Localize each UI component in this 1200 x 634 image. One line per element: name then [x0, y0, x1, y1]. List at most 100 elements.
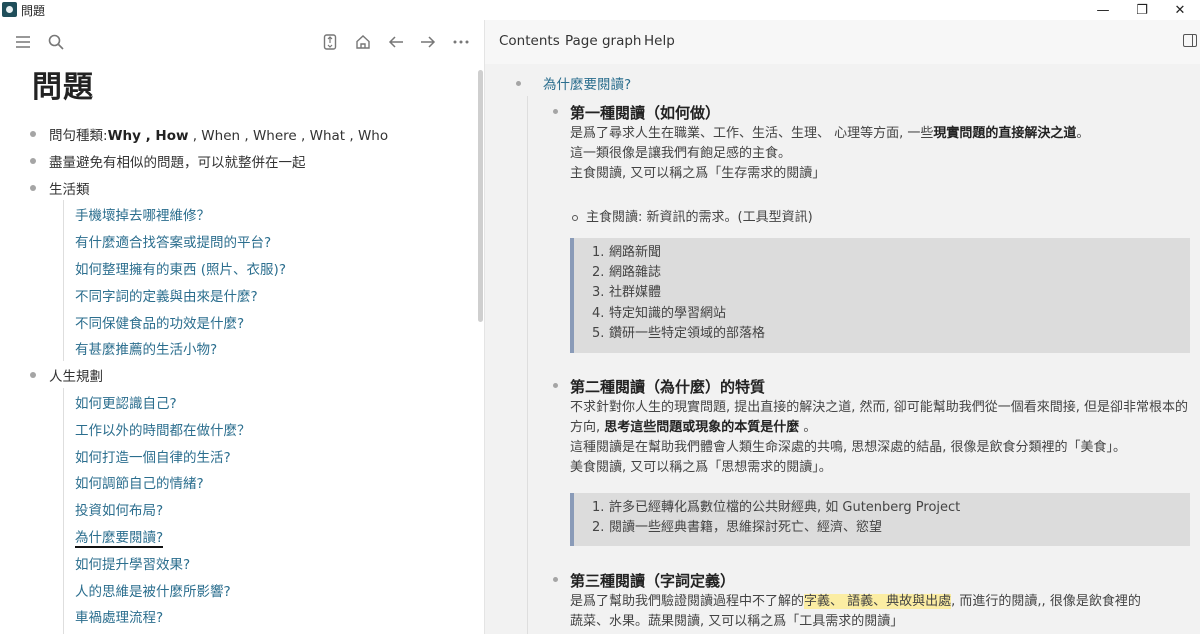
list-item[interactable]: 如何調節自己的情緒? — [30, 468, 470, 495]
page-link[interactable]: 有什麼適合找答案或提問的平台? — [75, 231, 271, 251]
section-paragraph: 是爲了幫助我們驗證閱讀過程中不了解的字義、 語義、典故與出處, 而進行的閱讀,,… — [570, 592, 1190, 612]
list-item[interactable]: 人的思維是被什麼所影響? — [30, 576, 470, 603]
window-titlebar: 問題 — ❐ ✕ — [0, 0, 1200, 20]
tab-page-graph[interactable]: Page graph — [565, 33, 642, 49]
section-heading: 第三種閱讀（字詞定義） — [570, 572, 736, 590]
section-definitions: 第三種閱讀（字詞定義） 是爲了幫助我們驗證閱讀過程中不了解的字義、 語義、典故與… — [553, 570, 1193, 634]
bullet-dot-icon[interactable] — [553, 577, 558, 582]
list-item[interactable]: 投資如何布局? — [30, 495, 470, 522]
section-paragraph: 蔬菜、水果。蔬果閱讀, 又可以稱之爲「工具需求的閱讀」 — [570, 614, 904, 629]
list-item[interactable]: 如何提升學習效果? — [30, 549, 470, 576]
list-item[interactable]: 人生規劃 — [30, 361, 470, 388]
bold-text: 現實問題的直接解決之道 — [933, 126, 1077, 141]
list-item[interactable]: 為什麼要閱讀? — [30, 522, 470, 549]
tab-contents[interactable]: Contents — [499, 33, 560, 49]
text-run: 是爲了尋求人生在職業、工作、生活、生理、 心理等方面, 一些 — [570, 126, 934, 141]
item-prefix: 問句種類: — [49, 128, 108, 144]
page-link[interactable]: 投資如何布局? — [75, 499, 163, 519]
blockquote: 1. 許多已經轉化爲數位檔的公共財經典, 如 Gutenberg Project … — [570, 493, 1190, 546]
list-item[interactable]: 車禍處理流程? — [30, 602, 470, 629]
editor-scrollbar[interactable] — [478, 70, 483, 322]
page-link[interactable]: 不同字詞的定義與由來是什麼? — [75, 285, 258, 305]
outline-list: 問句種類:Why , How , When , Where , What , W… — [30, 120, 470, 634]
list-item[interactable]: 工作以外的時間都在做什麼？ — [30, 415, 470, 442]
list-item[interactable]: 如何更認識自己? — [30, 388, 470, 415]
file-sync-icon[interactable] — [318, 30, 342, 54]
numbered-item: 2. 網路雜誌 — [592, 265, 662, 281]
search-icon[interactable] — [44, 30, 68, 54]
page-link[interactable]: 不同保健食品的功效是什麼? — [75, 312, 244, 332]
bullet-dot-icon[interactable] — [30, 184, 36, 191]
list-item[interactable]: 有甚麼推薦的生活小物? — [30, 334, 470, 361]
page-link[interactable]: 車禍處理流程? — [75, 606, 163, 626]
page-link[interactable]: 手機壞掉去哪裡維修？ — [75, 204, 210, 224]
list-item[interactable]: 問句種類:Why , How , When , Where , What , W… — [30, 120, 470, 147]
plan-group: 如何更認識自己? 工作以外的時間都在做什麼？ 如何打造一個自律的生活? 如何調節… — [30, 387, 470, 634]
more-options-icon[interactable] — [449, 30, 473, 54]
section-paragraph: 主食閱讀, 又可以稱之爲「生存需求的閱讀」 — [570, 166, 826, 181]
numbered-item: 1. 網路新聞 — [592, 245, 662, 260]
root-link[interactable]: 為什麼要閱讀? — [543, 73, 631, 93]
text-run: 是爲了幫助我們驗證閱讀過程中不了解的 — [570, 594, 805, 609]
window-title: 問題 — [21, 4, 46, 18]
page-link-active[interactable]: 為什麼要閱讀? — [75, 526, 164, 548]
bold-text: 思考這些問題或現象的本質是什麼 — [604, 420, 800, 435]
bullet-dot-icon[interactable] — [553, 109, 558, 114]
bullet-dot-icon[interactable] — [30, 372, 36, 379]
bullet-dot-icon[interactable] — [30, 157, 36, 164]
numbered-item: 1. 許多已經轉化爲數位檔的公共財經典, 如 Gutenberg Project — [592, 500, 961, 515]
list-item[interactable]: 手機壞掉去哪裡維修？ — [30, 200, 470, 227]
list-item[interactable]: 盡量避免有相似的問題，可以就整併在一起 — [30, 147, 470, 174]
page-title: 問題 — [32, 70, 94, 105]
page-link[interactable]: 有甚麼推薦的生活小物? — [75, 338, 217, 358]
sidebar-toggle-icon[interactable] — [1183, 34, 1197, 47]
numbered-item: 5. 鑽研一些特定領域的部落格 — [592, 325, 766, 341]
section-why: 第二種閱讀（為什麼）的特質 不求針對你人生的現實問題, 提出直接的解決之道, 然… — [553, 376, 1193, 546]
section-how: 第一種閱讀（如何做） 是爲了尋求人生在職業、工作、生活、生理、 心理等方面, 一… — [553, 102, 1193, 362]
list-item[interactable]: 如何打造一個自律的生活? — [30, 442, 470, 469]
back-arrow-icon[interactable] — [384, 30, 408, 54]
list-item[interactable]: 不同保健食品的功效是什麼? — [30, 308, 470, 335]
life-group: 手機壞掉去哪裡維修？ 有什麼適合找答案或提問的平台? 如何整理擁有的東西 (照片… — [30, 200, 470, 362]
sub-list-item: 主食閱讀: 新資訊的需求。(工具型資訊) — [572, 206, 813, 225]
menu-icon[interactable] — [11, 30, 35, 54]
list-item[interactable]: 生活類 — [30, 174, 470, 201]
sidebar-tabs: Contents Page graph Help — [485, 20, 1200, 64]
indent-guide — [527, 96, 528, 634]
app-logo-icon — [2, 2, 17, 17]
numbered-item: 2. 閱讀一些經典書籍，思維探討死亡、經濟、慾望 — [592, 520, 883, 536]
close-window-button[interactable]: ✕ — [1157, 0, 1200, 20]
page-link[interactable]: 如何更認識自己? — [75, 392, 177, 412]
item-bold-text: Why , How — [107, 128, 189, 144]
list-item[interactable]: 不同字詞的定義與由來是什麼? — [30, 281, 470, 308]
section-paragraph: 不求針對你人生的現實問題, 提出直接的解決之道, 然而, 卻可能幫助我們從一個看… — [570, 398, 1190, 438]
bullet-dot-icon[interactable] — [30, 131, 36, 137]
list-item[interactable]: 有什麼適合找答案或提問的平台? — [30, 227, 470, 254]
text-run: 。 — [799, 420, 817, 435]
item-rest-text: , When , Where , What , Who — [188, 128, 389, 144]
numbered-item: 3. 社群媒體 — [592, 285, 662, 301]
page-link[interactable]: 人的思維是被什麼所影響? — [75, 580, 231, 600]
numbered-item: 4. 特定知識的學習網站 — [592, 305, 727, 321]
ring-bullet-icon[interactable] — [572, 214, 578, 221]
page-link[interactable]: 如何整理擁有的東西 (照片、衣服)? — [75, 258, 286, 278]
home-icon[interactable] — [351, 30, 375, 54]
page-link[interactable]: 工作以外的時間都在做什麼？ — [75, 419, 251, 439]
page-link[interactable]: 如何調節自己的情緒? — [75, 472, 204, 492]
list-item[interactable]: 如何整理擁有的東西 (照片、衣服)? — [30, 254, 470, 281]
numbered-list: 1. 網路新聞 2. 網路雜誌 3. 社群媒體 4. 特定知識的學習網站 5. 鑽研一些特… — [574, 238, 1190, 344]
forward-arrow-icon[interactable] — [416, 30, 440, 54]
tab-help[interactable]: Help — [644, 33, 675, 49]
highlighted-text: 字義、 語義、典故與出處 — [804, 594, 952, 609]
blockquote: 1. 網路新聞 2. 網路雜誌 3. 社群媒體 4. 特定知識的學習網站 5. 鑽研一些特… — [570, 238, 1190, 353]
item-text: 盡量避免有相似的問題，可以就整併在一起 — [49, 154, 306, 171]
section-heading: 第一種閱讀（如何做） — [570, 104, 721, 122]
text-run: 。 — [1076, 126, 1090, 141]
section-heading: 第二種閱讀（為什麼）的特質 — [570, 378, 766, 396]
page-link[interactable]: 如何提升學習效果? — [75, 553, 190, 573]
bullet-dot-icon[interactable] — [516, 81, 521, 86]
bullet-dot-icon[interactable] — [553, 383, 558, 388]
section-paragraph: 這種閱讀是在幫助我們體會人類生命深處的共鳴, 思想深處的結晶, 很像是飲食分類裡… — [570, 440, 1127, 455]
editor-toolbar — [0, 20, 484, 64]
page-link[interactable]: 如何打造一個自律的生活? — [75, 446, 231, 466]
